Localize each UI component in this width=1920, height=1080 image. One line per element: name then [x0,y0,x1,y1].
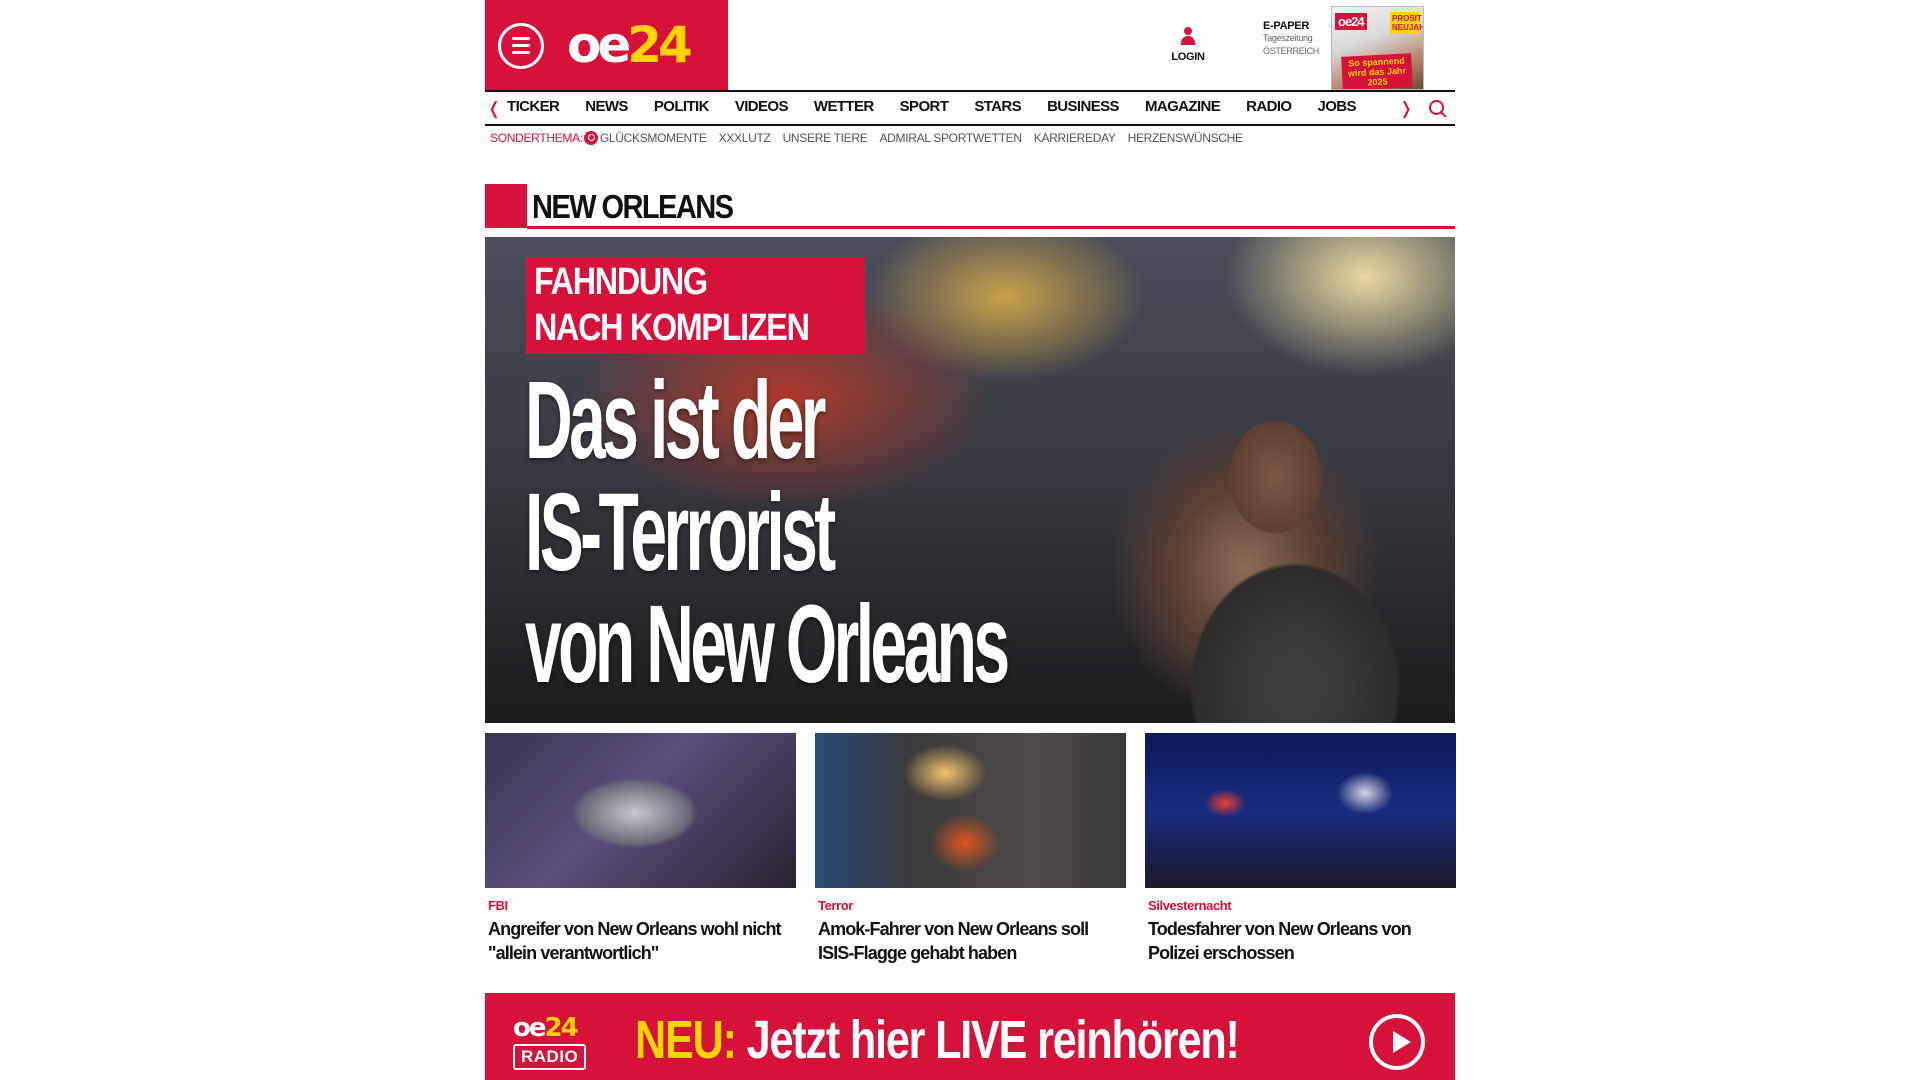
hero-kicker-badge: FAHNDUNG NACH KOMPLIZEN [526,257,866,354]
epaper-subtitle-country: ÖSTERREICH [1263,46,1320,56]
teaser-image [815,733,1126,888]
teaser-row: FBI Angreifer von New Orleans wohl nicht… [485,733,1456,973]
nav-item-radio[interactable]: RADIO [1246,98,1292,115]
teaser-image [485,733,796,888]
nav-item-sport[interactable]: SPORT [900,98,949,115]
nav-item-magazine[interactable]: MAGAZINE [1145,98,1221,115]
login-label: LOGIN [1171,51,1205,63]
chevron-right-icon[interactable]: ❭ [1399,99,1413,119]
sonder-link-karriereday[interactable]: KARRIEREDAY [1034,131,1116,145]
user-icon [1179,27,1197,47]
logo-area: oe24 [485,0,728,90]
radio-banner-cta: Jetzt hier LIVE reinhören! [746,1010,1240,1070]
menu-bar-icon [512,51,530,54]
main-navigation: ❬ TICKER NEWS POLITIK VIDEOS WETTER SPOR… [485,90,1455,126]
hamburger-menu-button[interactable] [498,23,544,69]
sonder-link-herzenswuensche[interactable]: HERZENSWÜNSCHE [1128,131,1243,145]
oe24-radio-logo: oe24 RADIO [513,1014,603,1072]
cover-logo: oe24 [1335,13,1367,30]
logo-text-24: 24 [627,16,693,74]
gluecksmomente-icon [583,131,598,145]
epaper-link[interactable]: E-PAPER Tageszeitung ÖSTERREICH [1263,20,1333,58]
teaser-category: Silvesternacht [1148,898,1232,913]
hero-headline-line-1: Das ist der [525,359,826,482]
nav-item-politik[interactable]: POLITIK [654,98,710,115]
nav-item-wetter[interactable]: WETTER [814,98,874,115]
teaser-category: Terror [818,898,853,913]
menu-bar-icon [512,37,530,40]
teaser-title: Todesfahrer von New Orleans von Polizei … [1148,919,1412,963]
section-divider [527,226,1455,229]
sonderthema-bar: SONDERTHEMA: GLÜCKSMOMENTE XXXLUTZ UNSER… [490,131,1255,145]
nav-item-stars[interactable]: STARS [974,98,1021,115]
menu-bar-icon [512,44,530,47]
cover-badge: PROSIT NEUJAHR! [1390,12,1424,34]
sonderthema-label: SONDERTHEMA: [490,131,583,145]
nav-item-ticker[interactable]: TICKER [507,98,560,115]
chevron-left-icon[interactable]: ❬ [487,99,501,119]
epaper-title: E-PAPER [1263,20,1309,32]
section-flag [485,184,527,228]
hero-article[interactable]: FAHNDUNG NACH KOMPLIZEN Das ist der IS-T… [485,237,1455,723]
teaser-image [1145,733,1456,888]
hero-headline-line-3: von New Orleans [525,583,1010,706]
nav-item-videos[interactable]: VIDEOS [735,98,789,115]
epaper-subtitle: Tageszeitung [1263,33,1313,43]
teaser-card[interactable]: FBI Angreifer von New Orleans wohl nicht… [485,733,796,965]
radio-logo-oe: oe [513,1013,546,1043]
logo-text-oe: oe [567,16,631,74]
radio-banner-neu: NEU: [635,1010,737,1070]
radio-logo-wordmark: oe24 [513,1014,603,1042]
nav-item-business[interactable]: BUSINESS [1047,98,1119,115]
hero-headline: Das ist der IS-Terrorist von New Orleans [525,365,1165,701]
radio-live-banner[interactable]: oe24 RADIO NEU: Jetzt hier LIVE reinhöre… [485,993,1455,1080]
section-header: NEW ORLEANS [485,184,1455,230]
play-icon[interactable] [1369,1014,1425,1070]
epaper-cover-thumbnail[interactable]: oe24 PROSIT NEUJAHR! So spannend wird da… [1331,6,1424,90]
radio-banner-text: NEU: Jetzt hier LIVE reinhören! [635,1009,1240,1071]
hero-kicker-line-1: FAHNDUNG [534,261,708,303]
sonder-link-unsere-tiere[interactable]: UNSERE TIERE [783,131,868,145]
section-title[interactable]: NEW ORLEANS [532,188,734,226]
nav-items: TICKER NEWS POLITIK VIDEOS WETTER SPORT … [507,98,1382,115]
site-header: oe24 LOGIN E-PAPER Tageszeitung ÖSTERREI… [485,0,1455,90]
nav-item-news[interactable]: NEWS [585,98,628,115]
search-icon[interactable] [1428,99,1448,119]
hero-photo [1125,327,1455,723]
sonder-link-gluecksmomente[interactable]: GLÜCKSMOMENTE [600,131,707,145]
teaser-title: Angreifer von New Orleans wohl nicht "al… [488,919,782,963]
hero-kicker-line-2: NACH KOMPLIZEN [534,307,810,349]
oe24-logo[interactable]: oe24 [567,16,693,74]
sonder-link-admiral-sportwetten[interactable]: ADMIRAL SPORTWETTEN [879,131,1022,145]
login-button[interactable]: LOGIN [1168,27,1208,63]
page-wrapper: oe24 LOGIN E-PAPER Tageszeitung ÖSTERREI… [485,0,1456,1080]
teaser-category: FBI [488,898,508,913]
sonder-link-xxxlutz[interactable]: XXXLUTZ [719,131,771,145]
nav-item-jobs[interactable]: JOBS [1318,98,1357,115]
teaser-card[interactable]: Terror Amok-Fahrer von New Orleans soll … [815,733,1126,965]
teaser-title: Amok-Fahrer von New Orleans soll ISIS-Fl… [818,919,1089,963]
teaser-card[interactable]: Silvesternacht Todesfahrer von New Orlea… [1145,733,1456,965]
cover-headline: So spannend wird das Jahr 2025 [1341,53,1413,89]
hero-headline-line-2: IS-Terrorist [525,471,836,594]
radio-logo-24: 24 [544,1013,579,1043]
radio-logo-label: RADIO [513,1044,587,1070]
